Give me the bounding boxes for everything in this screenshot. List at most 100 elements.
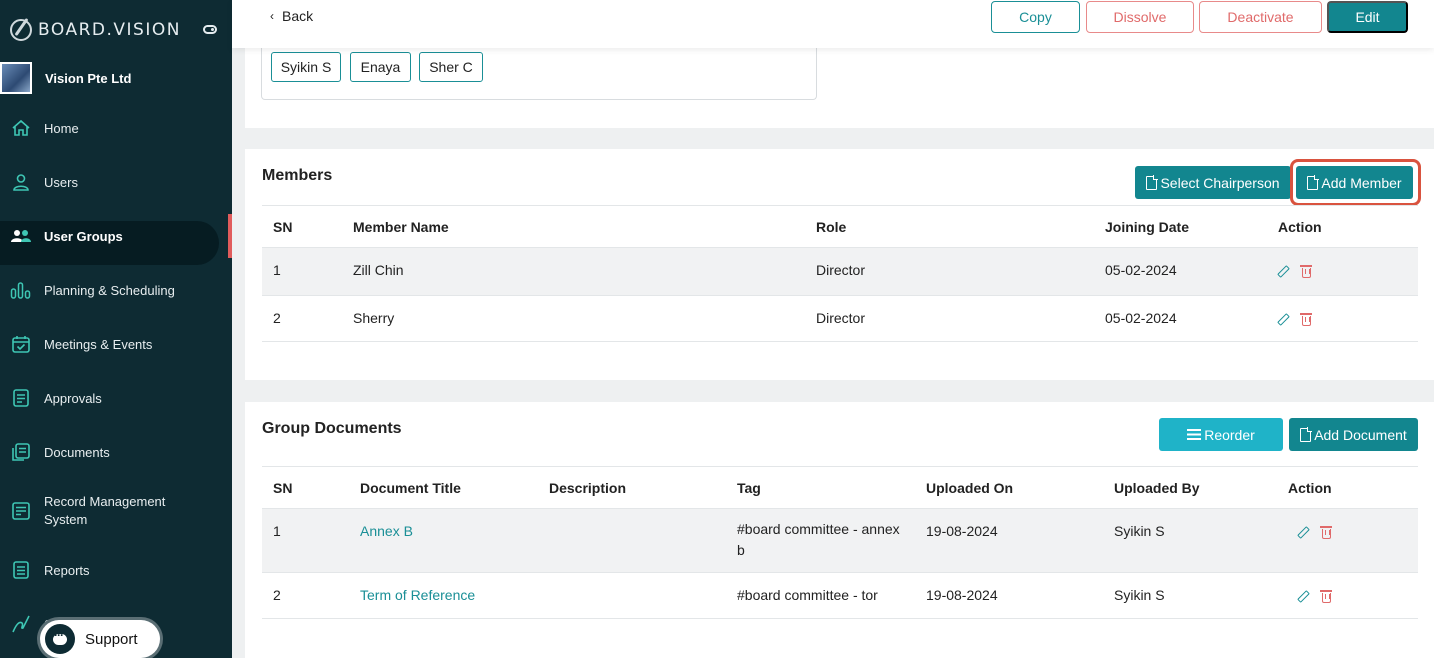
reorder-label: Reorder [1204, 426, 1255, 443]
document-uploaded-on: 19-08-2024 [915, 508, 1103, 573]
organization-name: Vision Pte Ltd [45, 70, 132, 86]
support-label: Support [85, 630, 138, 648]
document-sn: 2 [262, 572, 349, 619]
members-card: Members Select Chairperson Add Member SN… [245, 149, 1434, 380]
delete-trash-icon[interactable] [1300, 265, 1312, 278]
member-actions [1267, 295, 1418, 342]
sidebar: BOARD.VISION Vision Pte Ltd Home Users U… [0, 0, 232, 658]
table-row: 1 Annex B #board committee - annex b 19-… [262, 508, 1418, 573]
column-header: Member Name [342, 205, 805, 248]
document-description [538, 572, 726, 619]
organization-avatar [0, 62, 32, 94]
chevron-left-icon: ‹ [270, 9, 274, 23]
member-role: Director [805, 247, 1094, 296]
table-row: 2 Term of Reference #board committee - t… [262, 572, 1418, 619]
sidebar-item-label: Documents [44, 444, 110, 460]
sidebar-item-planning-scheduling[interactable]: Planning & Scheduling [0, 263, 232, 317]
back-label: Back [282, 8, 314, 24]
sidebar-item-record-management[interactable]: Record Management System [0, 479, 232, 543]
sidebar-item-label: Record Management System [44, 494, 166, 527]
documents-icon [10, 441, 32, 463]
sidebar-item-label: Users [44, 174, 78, 190]
record-icon [10, 500, 32, 522]
column-header: Document Title [349, 466, 538, 509]
sidebar-item-approvals[interactable]: Approvals [0, 371, 232, 425]
column-header: Action [1267, 205, 1418, 248]
users-group-icon [10, 225, 32, 247]
copy-button[interactable]: Copy [991, 1, 1080, 33]
delete-trash-icon[interactable] [1320, 526, 1332, 539]
column-header: Uploaded By [1103, 466, 1277, 509]
reports-icon [10, 559, 32, 581]
member-sn: 1 [262, 247, 342, 296]
edit-pencil-icon[interactable] [1278, 266, 1288, 276]
chairperson-chip: Enaya [350, 52, 411, 82]
document-tag: #board committee - tor [726, 572, 915, 619]
chairperson-chip: Syikin S [271, 52, 341, 82]
chairperson-card: Syikin S Enaya Sher C [245, 40, 1434, 128]
chairperson-list: Syikin S Enaya Sher C [261, 40, 817, 100]
sidebar-item-label: Home [44, 120, 79, 136]
sidebar-item-reports[interactable]: Reports [0, 543, 232, 597]
document-icon [1307, 174, 1320, 190]
document-title-link[interactable]: Term of Reference [349, 572, 538, 619]
sidebar-item-user-groups[interactable]: User Groups [0, 209, 232, 265]
members-table: SN Member Name Role Joining Date Action … [262, 205, 1418, 342]
deactivate-button[interactable]: Deactivate [1199, 1, 1322, 33]
select-chairperson-label: Select Chairperson [1160, 174, 1280, 191]
back-link[interactable]: ‹ Back [270, 8, 313, 24]
list-icon [1187, 429, 1202, 440]
document-title-link[interactable]: Annex B [349, 508, 538, 573]
sidebar-item-users[interactable]: Users [0, 155, 232, 209]
dissolve-button[interactable]: Dissolve [1086, 1, 1194, 33]
table-header-row: SN Member Name Role Joining Date Action [262, 205, 1418, 248]
user-icon [10, 171, 32, 193]
calendar-icon [10, 333, 32, 355]
column-header: Action [1277, 466, 1418, 509]
edit-button[interactable]: Edit [1327, 1, 1408, 33]
document-tag: #board committee - annex b [726, 508, 915, 573]
column-header: Description [538, 466, 726, 509]
signature-icon [10, 613, 32, 635]
edit-pencil-icon[interactable] [1278, 314, 1288, 324]
delete-trash-icon[interactable] [1300, 313, 1312, 326]
sidebar-item-meetings-events[interactable]: Meetings & Events [0, 317, 232, 371]
member-role: Director [805, 295, 1094, 342]
group-documents-card: Group Documents Reorder Add Document SN … [245, 402, 1434, 658]
table-row: 2 Sherry Director 05-02-2024 [262, 295, 1418, 342]
sidebar-item-documents[interactable]: Documents [0, 425, 232, 479]
column-header: Tag [726, 466, 915, 509]
sidebar-item-label: Planning & Scheduling [44, 282, 175, 298]
select-chairperson-button[interactable]: Select Chairperson [1135, 166, 1291, 199]
edit-pencil-icon[interactable] [1298, 527, 1308, 537]
documents-title: Group Documents [262, 420, 402, 437]
sidebar-toggle-icon[interactable] [203, 25, 217, 34]
approval-doc-icon [10, 387, 32, 409]
edit-pencil-icon[interactable] [1298, 591, 1308, 601]
organization-switcher[interactable]: Vision Pte Ltd [0, 62, 131, 94]
add-document-button[interactable]: Add Document [1289, 418, 1418, 451]
add-member-button[interactable]: Add Member [1296, 166, 1413, 199]
board-vision-logo-icon [10, 19, 32, 41]
add-document-label: Add Document [1314, 426, 1407, 443]
document-uploaded-by: Syikin S [1103, 508, 1277, 573]
members-title: Members [262, 167, 333, 184]
delete-trash-icon[interactable] [1320, 590, 1332, 603]
sidebar-item-label: Meetings & Events [44, 336, 153, 352]
member-sn: 2 [262, 295, 342, 342]
main-content: ‹ Back Copy Dissolve Deactivate Edit Syi… [232, 0, 1434, 658]
document-icon [1300, 426, 1313, 442]
column-header: Uploaded On [915, 466, 1103, 509]
table-header-row: SN Document Title Description Tag Upload… [262, 466, 1418, 509]
sidebar-item-label: User Groups [44, 228, 123, 244]
member-joining-date: 05-02-2024 [1094, 295, 1267, 342]
column-header: Role [805, 205, 1094, 248]
reorder-button[interactable]: Reorder [1159, 418, 1283, 451]
brand-logo[interactable]: BOARD.VISION [10, 16, 181, 44]
document-description [538, 508, 726, 573]
chat-bubble-icon [45, 624, 75, 654]
column-header: Joining Date [1094, 205, 1267, 248]
support-button[interactable]: Support [40, 620, 160, 658]
sidebar-item-home[interactable]: Home [0, 101, 232, 155]
column-header: SN [262, 205, 342, 248]
